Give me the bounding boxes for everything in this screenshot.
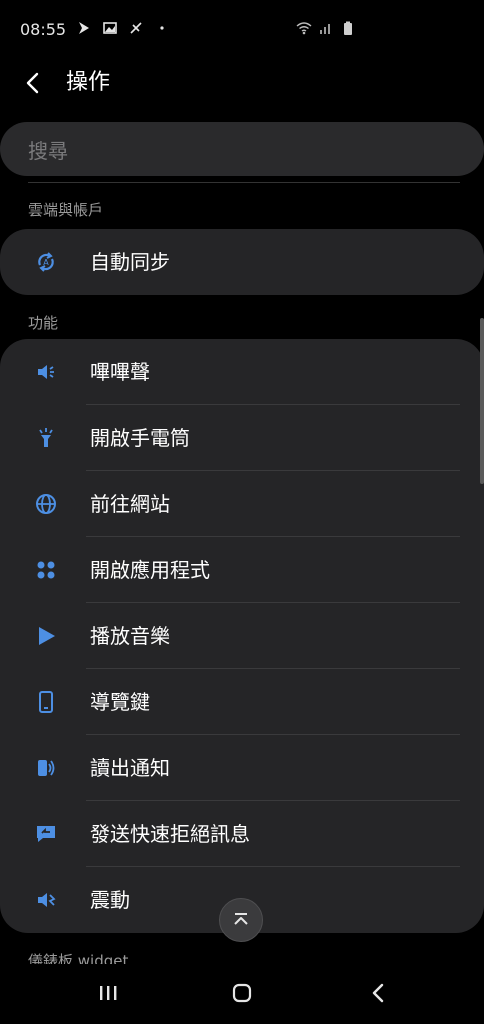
status-icons-right xyxy=(296,20,356,36)
list-item-read-notifications[interactable]: 讀出通知 xyxy=(0,735,484,801)
dot-icon xyxy=(160,26,164,30)
speaker-icon xyxy=(34,360,58,384)
recent-apps-icon xyxy=(100,986,117,1000)
list-item-label: 前往網站 xyxy=(90,492,170,516)
home-button[interactable] xyxy=(222,978,262,1008)
back-button[interactable] xyxy=(20,68,46,98)
nav-back-button[interactable] xyxy=(358,978,398,1008)
features-card: 嗶嗶聲 開啟手電筒 前往網站 開啟應用程式 播放音樂 導覽鍵 讀出通知 發送快速… xyxy=(0,339,484,933)
status-icons-left xyxy=(76,20,170,36)
list-item-label: 導覽鍵 xyxy=(90,690,150,714)
scroll-to-top-button[interactable] xyxy=(219,898,263,942)
play-icon xyxy=(34,624,58,648)
svg-text:A: A xyxy=(43,258,49,267)
section-header-cloud: 雲端與帳戶 xyxy=(28,201,104,219)
back-icon xyxy=(372,983,384,1003)
list-item-open-app[interactable]: 開啟應用程式 xyxy=(0,537,484,603)
app-bar: 操作 xyxy=(0,58,484,108)
image-icon xyxy=(103,22,117,34)
status-time: 08:55 xyxy=(20,20,67,39)
wifi-icon xyxy=(296,22,312,35)
flashlight-icon xyxy=(34,426,58,450)
reply-message-icon xyxy=(34,822,58,846)
cloud-card: A 自動同步 xyxy=(0,229,484,295)
globe-icon xyxy=(34,492,58,516)
list-item-label: 自動同步 xyxy=(90,250,170,274)
sync-icon: A xyxy=(34,250,58,274)
vibrate-icon xyxy=(34,888,58,912)
list-item-quick-decline[interactable]: 發送快速拒絕訊息 xyxy=(0,801,484,867)
scrollbar[interactable] xyxy=(480,318,484,484)
list-item-label: 發送快速拒絕訊息 xyxy=(90,822,250,846)
list-item-label: 震動 xyxy=(90,888,130,912)
list-item-label: 播放音樂 xyxy=(90,624,170,648)
list-item-play-music[interactable]: 播放音樂 xyxy=(0,603,484,669)
satellite-icon xyxy=(130,22,142,34)
divider xyxy=(28,182,460,183)
chevron-left-icon xyxy=(26,72,39,94)
recent-apps-button[interactable] xyxy=(88,978,128,1008)
list-item-beep[interactable]: 嗶嗶聲 xyxy=(0,339,484,405)
navigation-bar xyxy=(0,964,484,1024)
list-item-label: 讀出通知 xyxy=(90,756,170,780)
signal-icon xyxy=(320,24,330,34)
page-title: 操作 xyxy=(66,70,111,95)
list-item-auto-sync[interactable]: A 自動同步 xyxy=(0,229,484,295)
list-item-website[interactable]: 前往網站 xyxy=(0,471,484,537)
home-icon xyxy=(232,983,252,1003)
phone-icon xyxy=(34,690,58,714)
status-bar: 08:55 xyxy=(0,0,484,58)
section-header-features: 功能 xyxy=(28,314,59,332)
list-item-label: 開啟手電筒 xyxy=(90,426,190,450)
battery-icon xyxy=(344,21,352,35)
read-aloud-icon xyxy=(34,756,58,780)
apps-grid-icon xyxy=(34,558,58,582)
scroll-up-icon xyxy=(234,913,248,925)
list-item-flashlight[interactable]: 開啟手電筒 xyxy=(0,405,484,471)
search-placeholder: 搜尋 xyxy=(28,139,68,163)
screen: 08:55 操作 搜尋 雲端與帳戶 A 自動同步 功能 嗶嗶聲 開啟手電筒 前往… xyxy=(0,0,484,1024)
list-item-nav-keys[interactable]: 導覽鍵 xyxy=(0,669,484,735)
list-item-label: 開啟應用程式 xyxy=(90,558,210,582)
navigation-icon xyxy=(79,22,89,34)
list-item-label: 嗶嗶聲 xyxy=(90,360,150,384)
search-input[interactable]: 搜尋 xyxy=(0,122,484,176)
